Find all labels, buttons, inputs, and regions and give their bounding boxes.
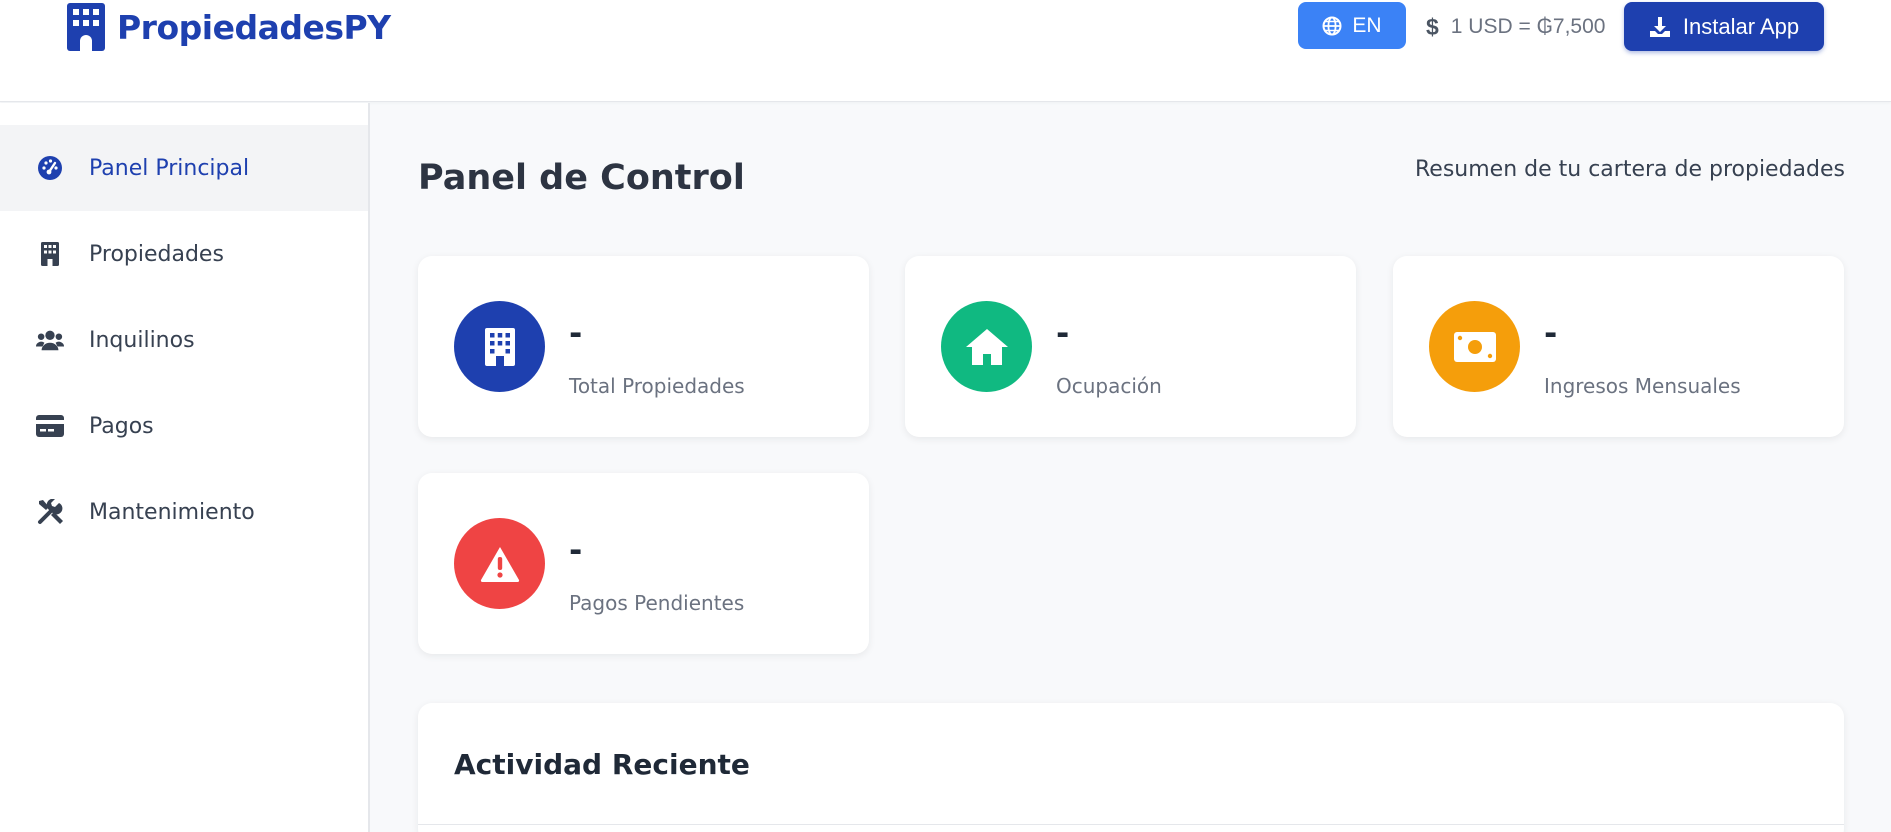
sidebar-item-label: Mantenimiento xyxy=(89,499,255,525)
dollar-icon: $ xyxy=(1426,13,1439,40)
stat-value: - xyxy=(569,531,583,569)
page-title: Panel de Control xyxy=(418,158,745,198)
language-toggle-button[interactable]: EN xyxy=(1298,2,1406,49)
install-app-button[interactable]: Instalar App xyxy=(1624,2,1824,51)
stat-value: - xyxy=(1544,314,1558,352)
home-icon xyxy=(965,328,1008,365)
sidebar: Panel Principal Propiedades Inquilinos P… xyxy=(0,103,370,832)
stat-card-pagos-pendientes: - Pagos Pendientes xyxy=(418,473,869,654)
sidebar-item-label: Pagos xyxy=(89,413,154,439)
dashboard-gauge-icon xyxy=(36,154,64,182)
stat-icon-circle xyxy=(454,301,545,392)
sidebar-item-inquilinos[interactable]: Inquilinos xyxy=(0,297,368,383)
stat-card-ingresos-mensuales: - Ingresos Mensuales xyxy=(1393,256,1844,437)
sidebar-item-label: Inquilinos xyxy=(89,327,195,353)
users-icon xyxy=(36,326,64,354)
sidebar-item-label: Panel Principal xyxy=(89,155,250,181)
exchange-rate: $ 1 USD = ₲7,500 xyxy=(1426,10,1605,44)
globe-icon xyxy=(1322,16,1342,35)
brand-logo[interactable]: PropiedadesPY xyxy=(67,2,391,52)
install-button-label: Instalar App xyxy=(1682,13,1800,39)
recent-activity-panel: Actividad Reciente xyxy=(418,703,1844,832)
stat-label: Ocupación xyxy=(1056,374,1162,398)
brand-name: PropiedadesPY xyxy=(117,7,391,47)
sidebar-item-propiedades[interactable]: Propiedades xyxy=(0,211,368,297)
stat-icon-circle xyxy=(941,301,1032,392)
credit-card-icon xyxy=(36,412,64,440)
sidebar-item-panel-principal[interactable]: Panel Principal xyxy=(0,125,368,211)
stat-icon-circle xyxy=(1429,301,1520,392)
stat-card-total-propiedades: - Total Propiedades xyxy=(418,256,869,437)
sidebar-item-mantenimiento[interactable]: Mantenimiento xyxy=(0,469,368,555)
top-header: PropiedadesPY EN $ 1 USD = ₲7,500 Instal… xyxy=(0,0,1891,102)
recent-activity-title: Actividad Reciente xyxy=(454,748,750,781)
stat-value: - xyxy=(569,314,583,352)
building-icon xyxy=(36,240,64,268)
stat-label: Total Propiedades xyxy=(569,374,745,398)
stat-label: Pagos Pendientes xyxy=(569,591,745,615)
building-icon xyxy=(484,327,515,366)
page-subtitle: Resumen de tu cartera de propiedades xyxy=(1415,157,1845,182)
sidebar-item-label: Propiedades xyxy=(89,241,224,267)
building-icon xyxy=(67,3,105,51)
language-button-label: EN xyxy=(1352,13,1382,37)
stat-value: - xyxy=(1056,314,1070,352)
warning-icon xyxy=(480,546,519,582)
exchange-rate-text: 1 USD = ₲7,500 xyxy=(1450,15,1606,38)
sidebar-item-pagos[interactable]: Pagos xyxy=(0,383,368,469)
stat-card-ocupacion: - Ocupación xyxy=(905,256,1356,437)
divider xyxy=(418,824,1844,825)
stat-label: Ingresos Mensuales xyxy=(1544,374,1741,398)
download-icon xyxy=(1649,16,1670,37)
tools-icon xyxy=(36,498,64,526)
stat-icon-circle xyxy=(454,518,545,609)
money-bill-icon xyxy=(1453,331,1496,362)
